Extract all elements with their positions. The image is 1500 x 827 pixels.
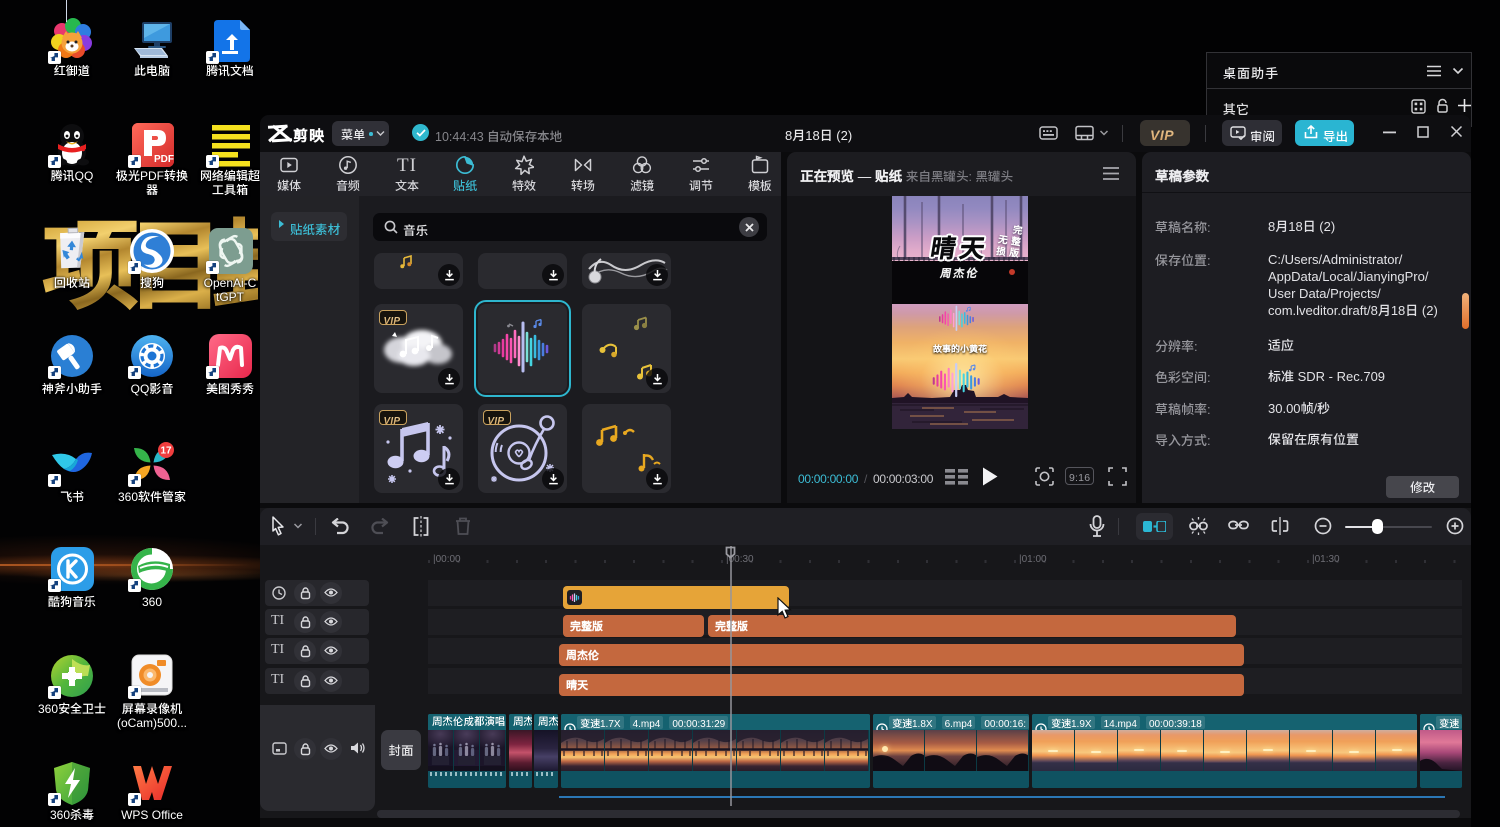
svg-text:17: 17 (160, 446, 172, 457)
svg-text:PDF: PDF (154, 154, 174, 165)
